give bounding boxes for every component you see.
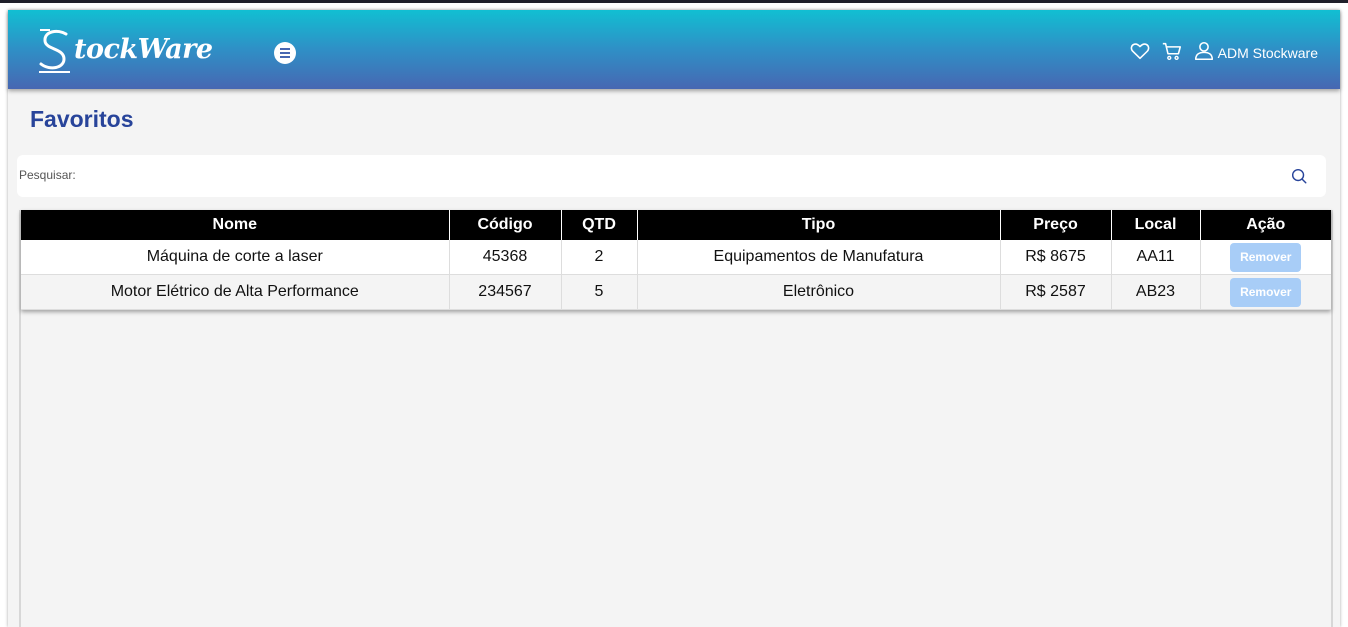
brand-name: tockWare <box>74 33 213 65</box>
search-icon[interactable] <box>1290 167 1308 185</box>
top-navbar: tockWare ADM Stockware <box>8 10 1340 89</box>
column-header-tipo[interactable]: Tipo <box>637 210 1001 240</box>
table-row: Motor Elétrico de Alta Performance 23456… <box>21 274 1331 310</box>
column-header-local[interactable]: Local <box>1111 210 1201 240</box>
header-actions: ADM Stockware <box>1119 36 1318 66</box>
menu-icon-line <box>280 52 290 54</box>
menu-icon-line <box>280 56 290 58</box>
window-top-border <box>0 0 1348 3</box>
cell-acao: Remover <box>1200 274 1331 310</box>
cell-qtd: 2 <box>561 240 638 275</box>
favorites-table-container: Nome Código QTD Tipo Preço Local Ação Má… <box>19 210 1333 627</box>
heart-icon[interactable] <box>1129 40 1151 62</box>
search-bar: Pesquisar: <box>17 155 1326 197</box>
cell-tipo: Eletrônico <box>637 274 1001 310</box>
search-label: Pesquisar: <box>19 168 76 182</box>
brand-logo[interactable]: tockWare <box>36 26 213 76</box>
cell-nome: Máquina de corte a laser <box>21 240 450 275</box>
remove-button[interactable]: Remover <box>1230 242 1302 272</box>
column-header-qtd[interactable]: QTD <box>561 210 638 240</box>
column-header-nome[interactable]: Nome <box>21 210 450 240</box>
user-icon[interactable] <box>1193 40 1215 62</box>
menu-icon-line <box>280 48 290 50</box>
cell-qtd: 5 <box>561 274 638 310</box>
column-header-codigo[interactable]: Código <box>449 210 562 240</box>
app-frame: tockWare ADM Stockware Favoritos Pesquis… <box>8 10 1340 627</box>
table-row: Máquina de corte a laser 45368 2 Equipam… <box>21 240 1331 275</box>
user-name[interactable]: ADM Stockware <box>1218 45 1318 61</box>
stockware-logo-icon <box>39 29 70 73</box>
cell-preco: R$ 8675 <box>1000 240 1112 275</box>
cell-tipo: Equipamentos de Manufatura <box>637 240 1001 275</box>
search-input[interactable] <box>97 163 1281 191</box>
cell-preco: R$ 2587 <box>1000 274 1112 310</box>
page-title: Favoritos <box>30 106 134 132</box>
cart-icon[interactable] <box>1161 40 1183 62</box>
cell-codigo: 234567 <box>449 274 562 310</box>
remove-button[interactable]: Remover <box>1230 277 1302 307</box>
favorites-table: Nome Código QTD Tipo Preço Local Ação Má… <box>21 210 1331 310</box>
cell-acao: Remover <box>1200 240 1331 275</box>
cell-nome: Motor Elétrico de Alta Performance <box>21 274 450 310</box>
cell-local: AB23 <box>1111 274 1201 310</box>
cell-codigo: 45368 <box>449 240 562 275</box>
cell-local: AA11 <box>1111 240 1201 275</box>
menu-toggle-button[interactable] <box>274 42 296 64</box>
table-header-row: Nome Código QTD Tipo Preço Local Ação <box>21 210 1331 240</box>
column-header-preco[interactable]: Preço <box>1000 210 1112 240</box>
column-header-acao: Ação <box>1200 210 1331 240</box>
